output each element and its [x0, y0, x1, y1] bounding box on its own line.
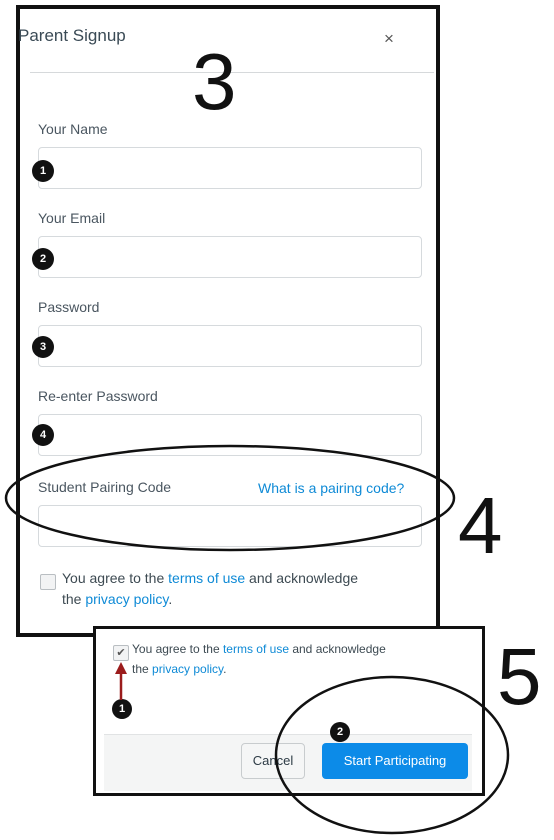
agreement-text: You agree to the terms of use and acknow…	[62, 570, 359, 607]
dialog-title: Parent Signup	[18, 26, 126, 45]
panel-privacy-policy-link[interactable]: privacy policy	[152, 662, 223, 676]
pairing-code-input[interactable]	[38, 505, 422, 547]
reenter-password-label: Re-enter Password	[38, 388, 158, 404]
checkmark-icon: ✔	[116, 647, 126, 659]
name-label: Your Name	[38, 121, 108, 137]
annotation-number-5: 5	[497, 632, 542, 721]
annotation-badge-panel-2: 2	[330, 722, 350, 742]
email-input[interactable]	[38, 236, 422, 278]
password-input[interactable]	[38, 325, 422, 367]
name-input[interactable]	[38, 147, 422, 189]
password-label: Password	[38, 299, 100, 315]
panel-terms-of-use-link[interactable]: terms of use	[223, 642, 289, 656]
pairing-code-help-link[interactable]: What is a pairing code?	[258, 480, 404, 496]
annotation-number-4: 4	[458, 481, 503, 570]
email-label: Your Email	[38, 210, 106, 226]
reenter-password-input[interactable]	[38, 414, 422, 456]
annotation-badge-panel-1: 1	[112, 699, 132, 719]
annotation-badge-2: 2	[32, 248, 54, 270]
terms-of-use-link[interactable]: terms of use	[168, 570, 245, 586]
start-participating-button[interactable]: Start Participating	[322, 743, 468, 779]
annotation-badge-4: 4	[32, 424, 54, 446]
annotation-badge-1: 1	[32, 160, 54, 182]
annotation-badge-3: 3	[32, 336, 54, 358]
panel-agreement-text: You agree to the terms of use and acknow…	[132, 642, 386, 676]
close-icon[interactable]: ×	[384, 30, 394, 47]
privacy-policy-link[interactable]: privacy policy	[85, 591, 168, 607]
pairing-code-label: Student Pairing Code	[38, 479, 172, 495]
agree-checkbox-checked[interactable]: ✔	[113, 645, 129, 661]
annotation-number-3: 3	[192, 37, 237, 126]
agree-checkbox[interactable]	[40, 574, 56, 590]
cancel-button[interactable]: Cancel	[241, 743, 305, 779]
